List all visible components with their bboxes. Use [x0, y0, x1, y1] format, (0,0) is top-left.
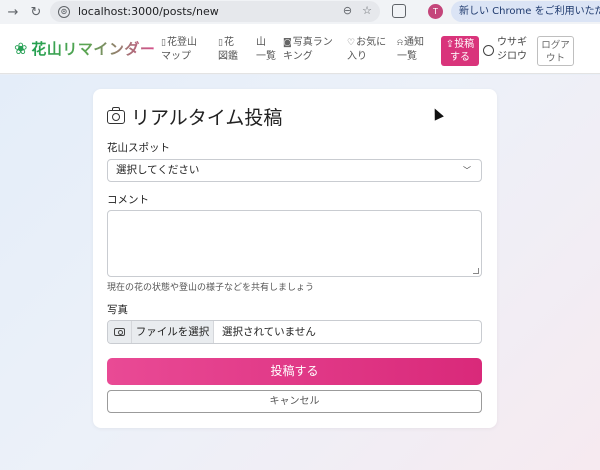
logout-button[interactable]: ログア ウト — [537, 36, 574, 66]
post-button[interactable]: ⇪投稿 する — [441, 36, 479, 66]
app-header: ❀ 花山リマインダー ▯花登山 マップ ▯花 図鑑 山 一覧 ◙写真ラン キング… — [0, 24, 600, 74]
nav-mountain-list[interactable]: 山 一覧 — [256, 36, 276, 64]
choose-file-button[interactable]: ファイルを選択 — [132, 321, 214, 343]
photo-file-input[interactable]: ファイルを選択 選択されていません — [107, 320, 482, 344]
upload-icon: ⇪ — [445, 39, 455, 50]
map-icon: ▯ — [161, 38, 166, 48]
nav-flower-map[interactable]: ▯花登山 マップ — [161, 36, 197, 64]
cancel-button[interactable]: キャンセル — [107, 390, 482, 413]
zoom-icon[interactable]: ⊖ — [343, 4, 352, 17]
address-bar[interactable]: ⊙ localhost:3000/posts/new ⊖ ☆ — [50, 1, 380, 22]
camera-icon — [108, 321, 132, 343]
nav-flower-guide[interactable]: ▯花 図鑑 — [218, 36, 238, 64]
camera-icon — [107, 106, 125, 124]
nav-notifications[interactable]: ⍾通知 一覧 — [397, 36, 424, 64]
profile-avatar[interactable]: T — [428, 4, 443, 19]
comment-label: コメント — [107, 194, 149, 206]
site-info-icon[interactable]: ⊙ — [58, 5, 70, 18]
browser-toolbar: → ↻ ⊙ localhost:3000/posts/new ⊖ ☆ T 新しい… — [0, 0, 600, 24]
back-icon[interactable]: → — [2, 1, 24, 23]
user-icon — [483, 45, 494, 56]
brand-link[interactable]: ❀ 花山リマインダー — [14, 38, 155, 59]
page-title: リアルタイム投稿 — [107, 103, 282, 130]
comment-help-text: 現在の花の状態や登山の様子などを共有しましょう — [107, 283, 315, 293]
submit-button[interactable]: 投稿する — [107, 358, 482, 385]
chrome-update-notice[interactable]: 新しい Chrome をご利用いただけます — [451, 1, 600, 22]
photo-label: 写真 — [107, 304, 128, 316]
brand-title: 花山リマインダー — [31, 40, 156, 58]
nav-photo-ranking[interactable]: ◙写真ラン キング — [283, 36, 333, 64]
url-text: localhost:3000/posts/new — [78, 5, 219, 18]
comment-textarea[interactable] — [107, 210, 482, 277]
chevron-down-icon: ﹀ — [463, 166, 471, 175]
spot-select[interactable]: 選択してください ﹀ — [107, 159, 482, 182]
camera-icon: ◙ — [283, 38, 292, 48]
resize-handle[interactable] — [473, 268, 479, 274]
heart-icon: ♡ — [347, 38, 356, 48]
bookmark-star-icon[interactable]: ☆ — [362, 4, 372, 17]
post-form-card: リアルタイム投稿 花山スポット 選択してください ﹀ コメント 現在の花の状態や… — [93, 89, 497, 428]
spot-label: 花山スポット — [107, 142, 170, 154]
extensions-icon[interactable] — [392, 4, 406, 18]
user-menu[interactable]: ウサギ ジロウ — [483, 36, 527, 64]
bell-icon: ⍾ — [397, 38, 403, 48]
flower-icon: ❀ — [14, 38, 28, 58]
reload-icon[interactable]: ↻ — [25, 1, 47, 23]
book-icon: ▯ — [218, 38, 223, 48]
nav-favorites[interactable]: ♡お気に 入り — [347, 36, 386, 64]
file-status-text: 選択されていません — [222, 326, 316, 338]
